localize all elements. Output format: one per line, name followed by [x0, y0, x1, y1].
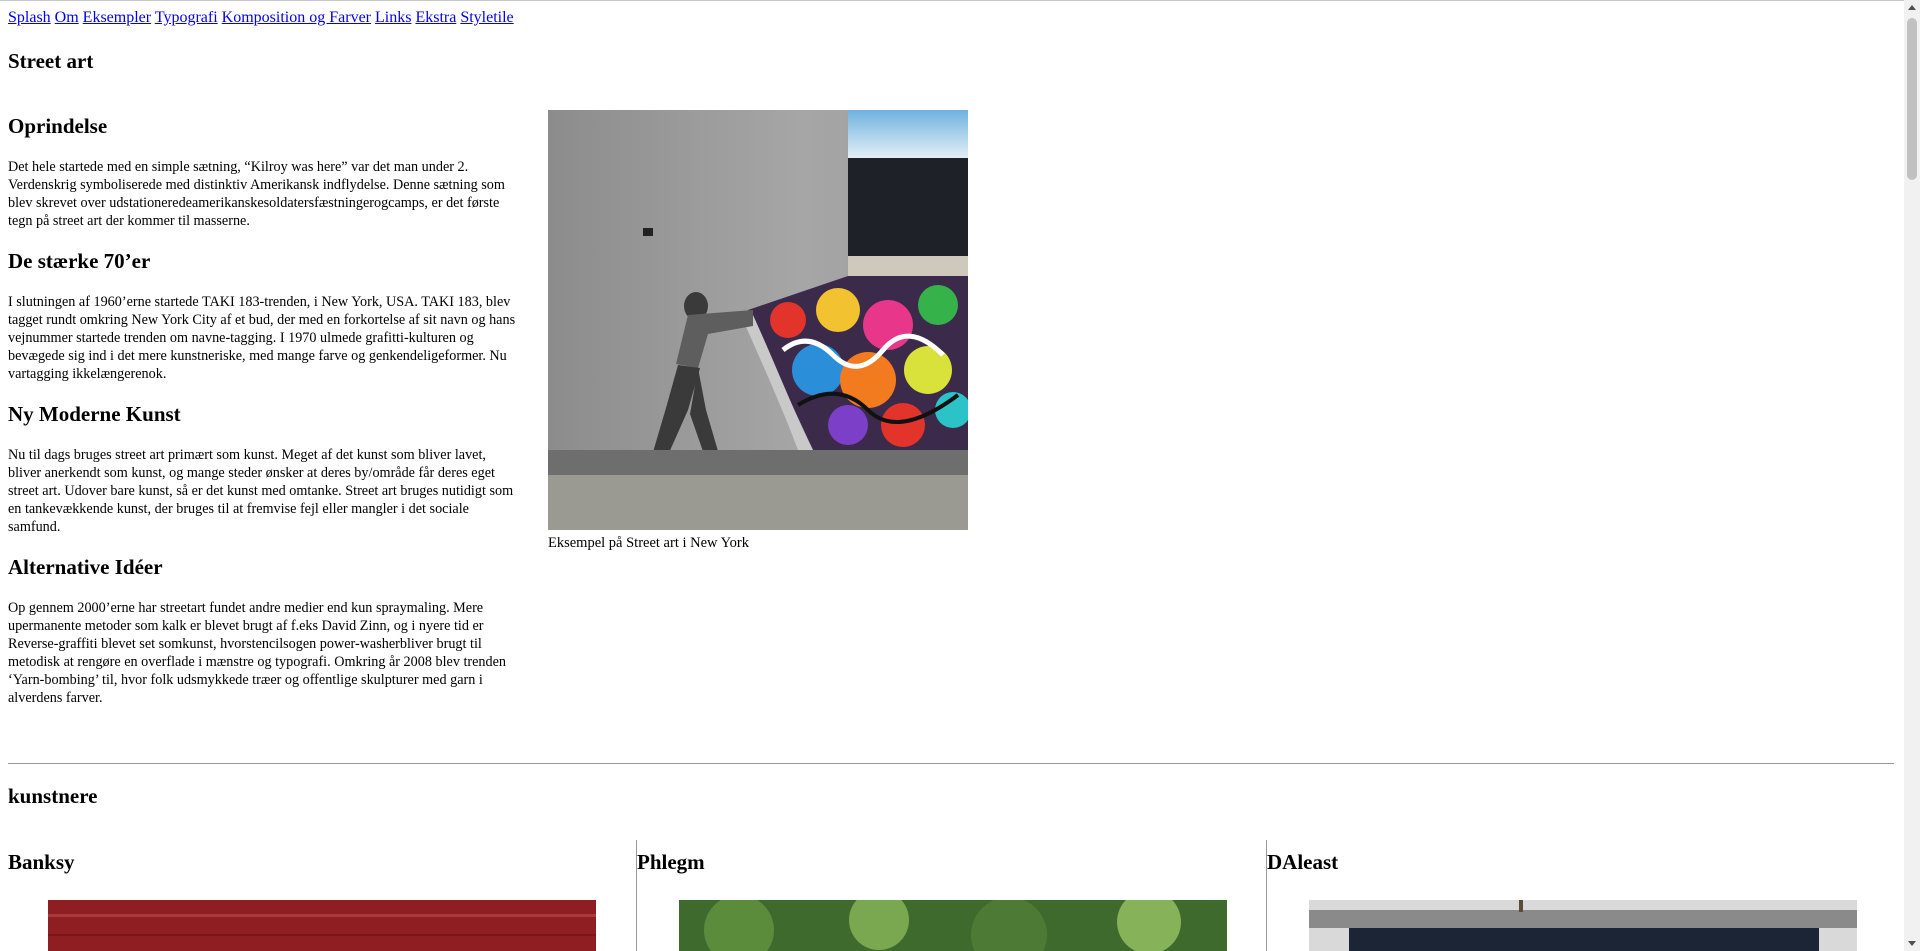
nav-link-om[interactable]: Om	[55, 9, 79, 26]
artist-name: DAleast	[1267, 850, 1339, 874]
scroll-down-arrow-icon[interactable]	[1908, 941, 1916, 946]
nav-link-typografi[interactable]: Typografi	[155, 9, 218, 26]
section-divider	[8, 763, 1894, 764]
page-content: Splash Om Eksempler Typografi Kompositio…	[8, 0, 1896, 951]
nav-link-splash[interactable]: Splash	[8, 9, 51, 26]
main-nav: Splash Om Eksempler Typografi Kompositio…	[8, 8, 514, 28]
page-title: Street art	[8, 49, 94, 73]
scroll-up-arrow-icon[interactable]	[1908, 5, 1916, 10]
artist-image	[679, 900, 1227, 951]
section-paragraph: Op gennem 2000’erne har streetart fundet…	[8, 600, 506, 706]
section-heading: De stærke 70’er	[8, 249, 151, 273]
artist-image	[48, 900, 596, 951]
artist-name: Phlegm	[637, 850, 705, 874]
nav-link-styletile[interactable]: Styletile	[460, 9, 513, 26]
artist-image	[1309, 900, 1857, 951]
vertical-scrollbar[interactable]	[1904, 0, 1920, 951]
article-text-column: Oprindelse Det hele startede med en simp…	[8, 112, 518, 724]
artist-name: Banksy	[8, 850, 75, 874]
section-paragraph: Nu til dags bruges street art primært so…	[8, 447, 514, 535]
figure-caption: Eksempel på Street art i New York	[548, 535, 749, 551]
artist-card-phlegm: Phlegm	[636, 840, 1267, 951]
scrollbar-thumb[interactable]	[1907, 18, 1917, 180]
nav-link-ekstra[interactable]: Ekstra	[415, 9, 456, 26]
section-ny-moderne-kunst: Ny Moderne Kunst Nu til dags bruges stre…	[8, 400, 518, 536]
street-art-figure: Eksempel på Street art i New York	[548, 110, 968, 552]
section-heading: Oprindelse	[8, 114, 108, 138]
street-art-photo	[548, 110, 968, 530]
artist-card-daleast: DAleast	[1266, 840, 1897, 951]
section-heading: Ny Moderne Kunst	[8, 402, 181, 426]
nav-link-eksempler[interactable]: Eksempler	[83, 9, 151, 26]
nav-link-links[interactable]: Links	[375, 9, 411, 26]
section-paragraph: Det hele startede med en simple sætning,…	[8, 159, 505, 229]
artist-card-banksy: Banksy	[8, 840, 636, 951]
nav-link-komposition-og-farver[interactable]: Komposition og Farver	[222, 9, 371, 26]
section-alternative-ideer: Alternative Idéer Op gennem 2000’erne ha…	[8, 553, 518, 707]
section-paragraph: I slutningen af 1960’erne startede TAKI …	[8, 294, 516, 382]
section-de-staerke-70er: De stærke 70’er I slutningen af 1960’ern…	[8, 247, 518, 383]
section-oprindelse: Oprindelse Det hele startede med en simp…	[8, 112, 518, 230]
artists-title: kunstnere	[8, 784, 98, 808]
section-heading: Alternative Idéer	[8, 555, 163, 579]
